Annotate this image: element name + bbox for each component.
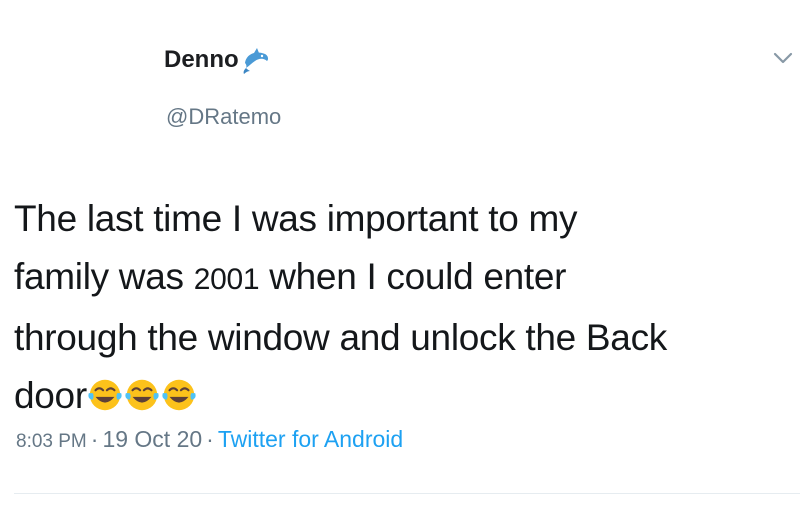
- tweet-line-2: family was 2001 when I could enter: [14, 248, 790, 309]
- tweet-line-1: The last time I was important to my: [14, 198, 578, 239]
- face-with-tears-of-joy-icon: [125, 379, 159, 411]
- meta-separator: ·: [206, 426, 214, 452]
- tweet-text: The last time I was important to my fami…: [14, 190, 790, 425]
- tweet-source-link[interactable]: Twitter for Android: [218, 426, 403, 452]
- chevron-down-icon[interactable]: [772, 50, 794, 66]
- display-name-text: Denno: [164, 46, 239, 73]
- avatar[interactable]: [0, 20, 120, 140]
- tweet-card: Denno @DRatemo The last time I was impor…: [0, 0, 800, 518]
- tweet-text-segment: door: [14, 375, 87, 416]
- tweet-line-3: through the window and unlock the Back: [14, 317, 667, 358]
- tweet-text-segment: when I could enter: [269, 256, 567, 297]
- face-with-tears-of-joy-icon: [162, 379, 196, 411]
- meta-separator: ·: [90, 426, 99, 452]
- tweet-line-4: door: [14, 367, 790, 425]
- dolphin-icon: [243, 48, 268, 74]
- tweet-date[interactable]: 19 Oct 20: [102, 426, 202, 452]
- divider: [14, 493, 800, 494]
- tweet-year: 2001: [193, 263, 260, 296]
- user-handle[interactable]: @DRatemo: [166, 104, 281, 130]
- tweet-text-segment: family was: [14, 256, 184, 297]
- display-name[interactable]: Denno: [164, 44, 271, 76]
- tweet-meta: 8:03 PM · 19 Oct 20 · Twitter for Android: [16, 426, 403, 453]
- face-with-tears-of-joy-icon: [88, 379, 122, 411]
- tweet-time[interactable]: 8:03 PM: [16, 431, 87, 452]
